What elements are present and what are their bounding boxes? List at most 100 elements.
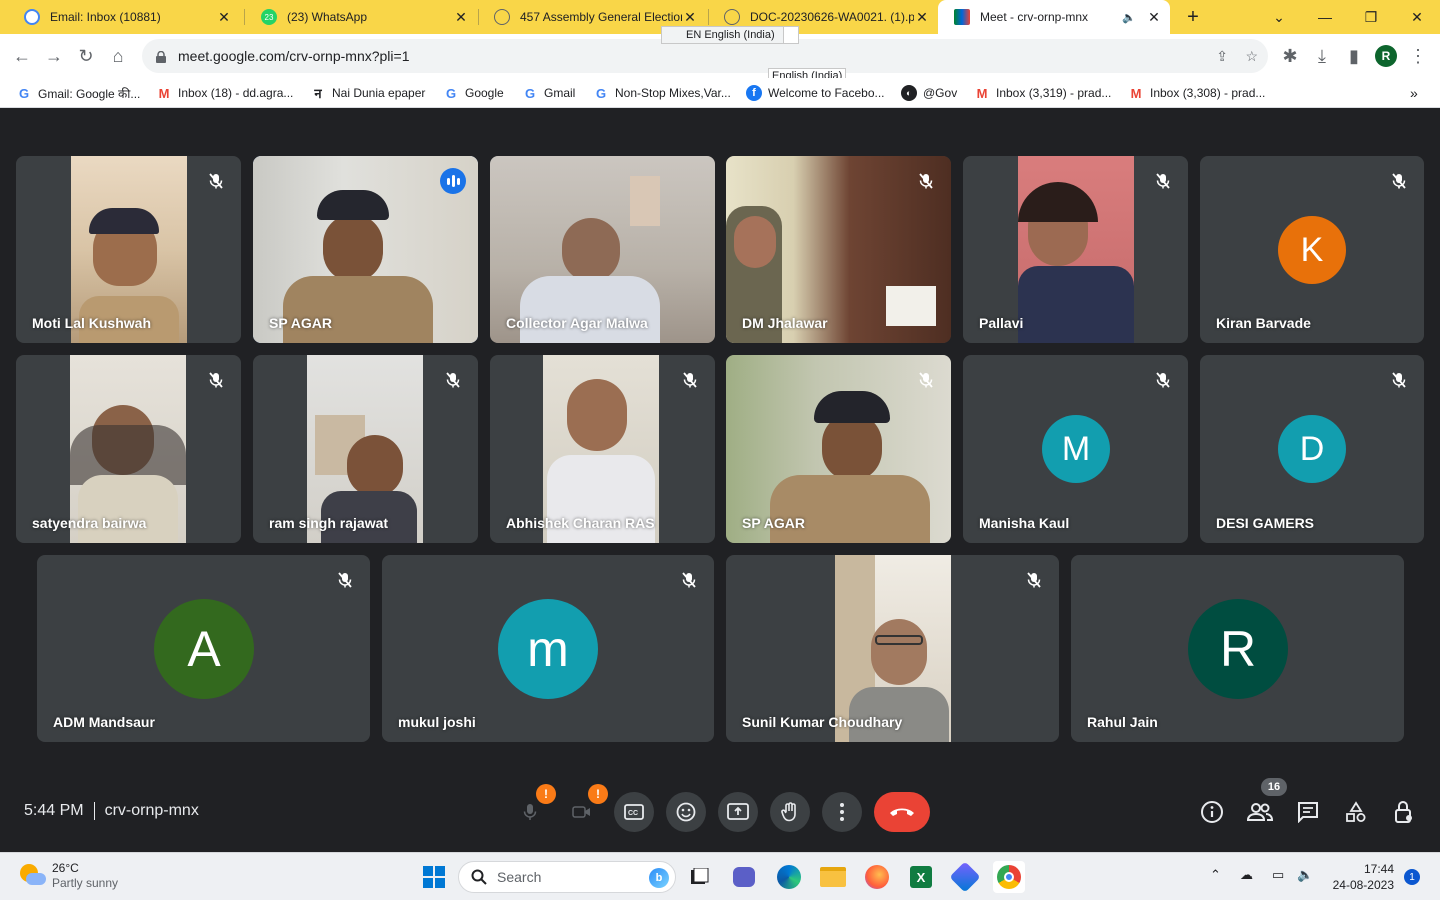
chrome-icon[interactable] (993, 861, 1025, 893)
bookmark-item[interactable]: f Welcome to Facebo... (746, 83, 885, 103)
bookmark-item[interactable]: G Gmail: Google की... (16, 83, 140, 103)
tab-whatsapp[interactable]: 23 (23) WhatsApp ✕ (245, 0, 477, 34)
chat-icon (1298, 802, 1318, 823)
bing-icon[interactable]: b (649, 868, 669, 888)
muted-mic-icon (207, 172, 225, 190)
edge-browser-icon[interactable] (773, 861, 805, 893)
microphone-button[interactable]: ! (510, 784, 556, 832)
forward-button[interactable]: → (40, 42, 68, 70)
bookmark-item[interactable]: M Inbox (3,308) - prad... (1128, 83, 1266, 103)
people-button[interactable] (1246, 798, 1274, 826)
raise-hand-button[interactable] (770, 792, 810, 832)
excel-icon[interactable]: X (905, 861, 937, 893)
participant-tile[interactable]: m mukul joshi (382, 555, 714, 742)
download-icon[interactable]: ⤓ (1308, 42, 1336, 70)
tab-label: (23) WhatsApp (287, 10, 368, 24)
side-panel-icon[interactable]: ▮ (1340, 42, 1368, 70)
expand-icon[interactable] (783, 26, 799, 44)
participant-name: satyendra bairwa (32, 515, 147, 531)
home-button[interactable]: ⌂ (104, 42, 132, 70)
back-button[interactable]: ← (8, 42, 36, 70)
lock-icon[interactable] (156, 50, 166, 63)
volume-icon[interactable]: 🔈 (1297, 867, 1313, 883)
participant-name: DM Jhalawar (742, 315, 828, 331)
participant-tile[interactable]: D DESI GAMERS (1200, 355, 1424, 543)
bookmark-item[interactable]: G Google (443, 83, 504, 103)
activities-button[interactable] (1342, 798, 1370, 826)
bookmark-item[interactable]: G Non-Stop Mixes,Var... (593, 83, 731, 103)
notification-badge[interactable]: 1 (1404, 869, 1420, 885)
copilot-icon[interactable] (949, 861, 981, 893)
participant-tile[interactable]: K Kiran Barvade (1200, 156, 1424, 343)
bookmark-item[interactable]: G Gmail (522, 83, 575, 103)
file-explorer-icon[interactable] (817, 861, 849, 893)
lock-person-icon (1395, 801, 1412, 823)
participant-tile[interactable]: Moti Lal Kushwah (16, 156, 241, 343)
participant-name: Kiran Barvade (1216, 315, 1311, 331)
camera-button[interactable]: ! (562, 784, 608, 832)
bookmark-item[interactable]: M Inbox (3,319) - prad... (974, 83, 1112, 103)
participant-tile[interactable]: Collector Agar Malwa (490, 156, 715, 343)
close-icon[interactable]: ✕ (453, 9, 469, 26)
tab-email[interactable]: Email: Inbox (10881) ✕ (8, 0, 240, 34)
tab-meet[interactable]: Meet - crv-ornp-mnx 🔈 ✕ (938, 0, 1170, 34)
share-icon[interactable]: ⇪ (1216, 48, 1228, 65)
participant-tile[interactable]: M Manisha Kaul (963, 355, 1188, 543)
start-button[interactable] (418, 861, 450, 893)
participant-tile[interactable]: SP AGAR (726, 355, 951, 543)
participant-tile[interactable]: A ADM Mandsaur (37, 555, 370, 742)
google-account-icon (24, 9, 40, 25)
minimize-button[interactable]: — (1302, 0, 1348, 34)
firefox-icon[interactable] (861, 861, 893, 893)
chat-button[interactable] (1294, 798, 1322, 826)
profile-avatar[interactable]: R (1372, 42, 1400, 70)
reload-button[interactable]: ↻ (72, 42, 100, 70)
input-language-indicator[interactable]: EN English (India) (661, 26, 799, 44)
more-options-button[interactable] (822, 792, 862, 832)
meeting-details-button[interactable] (1198, 798, 1226, 826)
audio-playing-icon[interactable]: 🔈 (1122, 11, 1136, 24)
tab-search-icon[interactable]: ⌄ (1256, 0, 1302, 34)
meet-control-bar: 5:44 PM crv-ornp-mnx ! ! CC 16 (0, 768, 1440, 852)
show-hidden-icons[interactable]: ⌃ (1210, 867, 1221, 883)
close-icon[interactable]: ✕ (682, 9, 698, 26)
participant-tile[interactable]: SP AGAR (253, 156, 478, 343)
participant-name: Collector Agar Malwa (506, 315, 648, 331)
leave-call-button[interactable] (874, 792, 930, 832)
bookmark-item[interactable]: ◐ @Gov (901, 83, 957, 103)
close-icon[interactable]: ✕ (914, 9, 930, 26)
address-bar[interactable]: meet.google.com/crv-ornp-mnx?pli=1 ⇪ ☆ (142, 39, 1268, 73)
participant-tile[interactable]: Pallavi (963, 156, 1188, 343)
captions-button[interactable]: CC (614, 792, 654, 832)
emoji-reaction-button[interactable] (666, 792, 706, 832)
participant-tile[interactable]: satyendra bairwa (16, 355, 241, 543)
participant-tile[interactable]: DM Jhalawar (726, 156, 951, 343)
participant-tile[interactable]: Abhishek Charan RAS (490, 355, 715, 543)
menu-icon[interactable]: ⋮ (1404, 42, 1432, 70)
muted-mic-icon (444, 371, 462, 389)
restore-button[interactable]: ❐ (1348, 0, 1394, 34)
present-screen-button[interactable] (718, 792, 758, 832)
extensions-icon[interactable]: ✱ (1276, 42, 1304, 70)
task-view-icon[interactable] (683, 861, 715, 893)
more-bookmarks-icon[interactable]: » (1410, 83, 1418, 103)
participant-tile[interactable]: Sunil Kumar Choudhary (726, 555, 1059, 742)
participant-avatar: m (498, 599, 598, 699)
new-tab-button[interactable]: + (1170, 0, 1216, 34)
participant-tile[interactable]: ram singh rajawat (253, 355, 478, 543)
taskbar-search[interactable]: Search b (458, 861, 676, 893)
close-icon[interactable]: ✕ (1146, 9, 1162, 26)
network-icon[interactable]: ▭ (1272, 867, 1284, 883)
system-clock[interactable]: 17:44 24-08-2023 (1328, 861, 1394, 893)
close-window-button[interactable]: ✕ (1394, 0, 1440, 34)
chat-app-icon[interactable] (728, 861, 760, 893)
participant-tile[interactable]: R Rahul Jain (1071, 555, 1404, 742)
weather-widget[interactable]: 26°C Partly sunny (18, 861, 118, 891)
participant-video (1018, 156, 1134, 343)
bookmark-item[interactable]: M Inbox (18) - dd.agra... (156, 83, 294, 103)
bookmark-star-icon[interactable]: ☆ (1245, 48, 1258, 65)
bookmark-item[interactable]: न Nai Dunia epaper (310, 83, 425, 103)
host-controls-button[interactable] (1390, 798, 1418, 826)
close-icon[interactable]: ✕ (216, 9, 232, 26)
onedrive-icon[interactable]: ☁ (1240, 867, 1253, 883)
